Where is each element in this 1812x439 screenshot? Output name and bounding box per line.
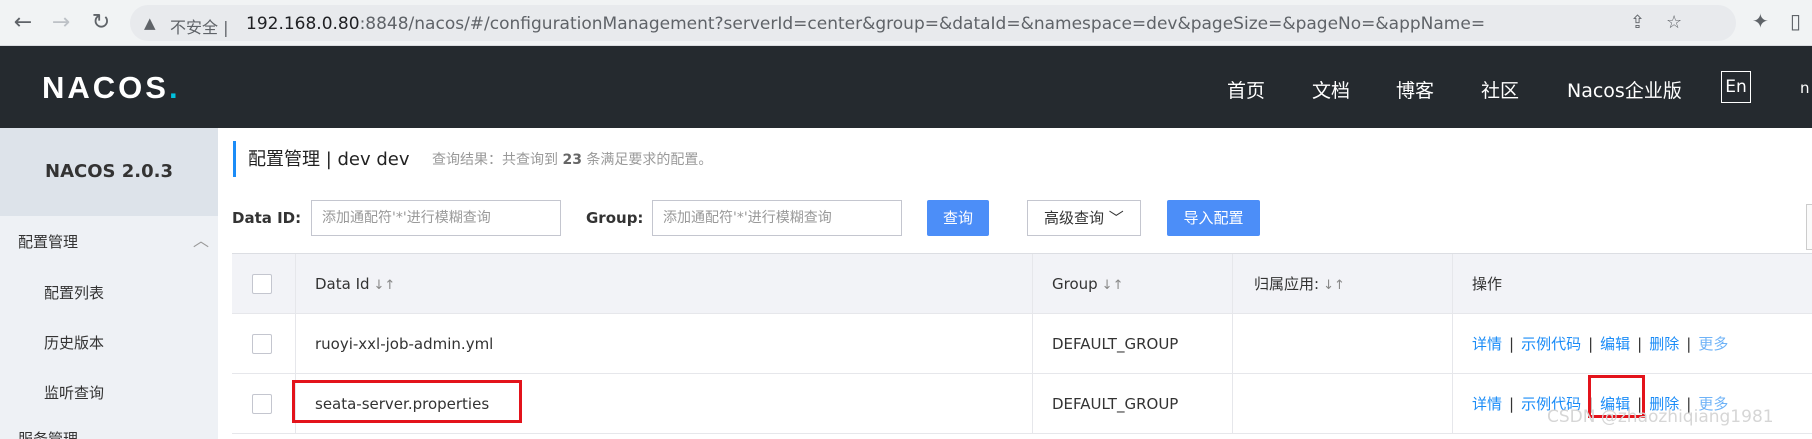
address-bar[interactable]: ▲ 不安全 | 192.168.0.80:8848/nacos/#/config… (130, 5, 1736, 41)
detail-link[interactable]: 详情 (1472, 335, 1502, 353)
app-header: NACOS. 首页 文档 博客 社区 Nacos企业版 En n (0, 46, 1812, 128)
result-summary: 查询结果：共查询到 23 条满足要求的配置。 (432, 152, 713, 168)
sort-icon[interactable]: ↓↑ (1323, 278, 1345, 293)
row-group: DEFAULT_GROUP (1052, 335, 1179, 353)
col-group[interactable]: Group ↓↑ (1052, 254, 1123, 314)
select-all-checkbox[interactable] (252, 274, 272, 294)
edit-link[interactable]: 编辑 (1600, 335, 1630, 353)
nav-enterprise[interactable]: Nacos企业版 (1567, 76, 1682, 103)
row-dataid: ruoyi-xxl-job-admin.yml (315, 335, 494, 353)
group-label: Group: (586, 209, 644, 227)
highlight-box-dataid (292, 380, 522, 423)
share-icon[interactable]: ⇪ (1630, 12, 1645, 33)
scrollbar[interactable] (1806, 204, 1812, 250)
sample-code-link[interactable]: 示例代码 (1521, 335, 1581, 353)
title-accent-bar (233, 141, 236, 177)
forward-icon[interactable]: → (46, 8, 76, 38)
sidebar-item-config-list[interactable]: 配置列表 (44, 282, 104, 303)
col-ops: 操作 (1472, 275, 1503, 293)
table-row: ruoyi-xxl-job-admin.yml DEFAULT_GROUP 详情… (232, 314, 1812, 374)
watermark: CSDN @zhaozhiqiang1981 (1547, 407, 1774, 427)
sort-icon[interactable]: ↓↑ (1102, 278, 1124, 293)
row-actions: 详情 | 示例代码 | 编辑 | 删除 | 更多 (1472, 335, 1729, 353)
sort-icon[interactable]: ↓↑ (374, 278, 396, 293)
nav-home[interactable]: 首页 (1227, 76, 1265, 103)
advanced-query-button[interactable]: 高级查询 ﹀ (1027, 200, 1141, 236)
chevron-down-icon: ﹀ (1108, 209, 1124, 227)
nav-blog[interactable]: 博客 (1396, 76, 1434, 103)
table-header: Data Id ↓↑ Group ↓↑ 归属应用: ↓↑ 操作 (232, 254, 1812, 314)
group-input[interactable]: 添加通配符'*'进行模糊查询 (652, 200, 902, 236)
row-group: DEFAULT_GROUP (1052, 395, 1179, 413)
more-link[interactable]: 更多 (1698, 335, 1728, 353)
url-text[interactable]: 192.168.0.80:8848/nacos/#/configurationM… (246, 14, 1485, 34)
extensions-icon[interactable]: ✦ (1752, 9, 1769, 33)
user-menu[interactable]: n (1800, 79, 1810, 97)
reload-icon[interactable]: ↻ (86, 8, 116, 38)
profile-icon[interactable]: ▯ (1790, 9, 1801, 33)
sidebar-group-config[interactable]: 配置管理 (18, 231, 78, 252)
query-button[interactable]: 查询 (927, 200, 989, 236)
sidebar-item-listener[interactable]: 监听查询 (44, 382, 104, 403)
version-label: NACOS 2.0.3 (0, 128, 218, 216)
sidebar: NACOS 2.0.3 配置管理 ︿ 配置列表 历史版本 监听查询 服务管理 (0, 128, 218, 439)
browser-toolbar: ← → ↻ ▲ 不安全 | 192.168.0.80:8848/nacos/#/… (0, 0, 1812, 46)
language-switch-button[interactable]: En (1721, 71, 1751, 103)
sidebar-item-history[interactable]: 历史版本 (44, 332, 104, 353)
back-icon[interactable]: ← (8, 8, 38, 38)
col-app[interactable]: 归属应用: ↓↑ (1254, 254, 1345, 314)
star-icon[interactable]: ☆ (1666, 12, 1682, 33)
nacos-logo[interactable]: NACOS. (42, 70, 181, 106)
page-title: 配置管理 | dev dev (248, 149, 410, 170)
import-config-button[interactable]: 导入配置 (1167, 200, 1260, 236)
col-dataid[interactable]: Data Id ↓↑ (315, 254, 395, 314)
dataid-label: Data ID: (232, 209, 302, 227)
nav-docs[interactable]: 文档 (1312, 76, 1350, 103)
insecure-label: 不安全 | (170, 18, 229, 37)
detail-link[interactable]: 详情 (1472, 395, 1502, 413)
nav-community[interactable]: 社区 (1481, 76, 1519, 103)
dataid-input[interactable]: 添加通配符'*'进行模糊查询 (311, 200, 561, 236)
delete-link[interactable]: 删除 (1649, 335, 1679, 353)
sidebar-group-service[interactable]: 服务管理 (18, 428, 78, 439)
row-checkbox[interactable] (252, 394, 272, 414)
warning-icon: ▲ (144, 14, 156, 32)
chevron-up-icon[interactable]: ︿ (193, 227, 209, 251)
row-checkbox[interactable] (252, 334, 272, 354)
